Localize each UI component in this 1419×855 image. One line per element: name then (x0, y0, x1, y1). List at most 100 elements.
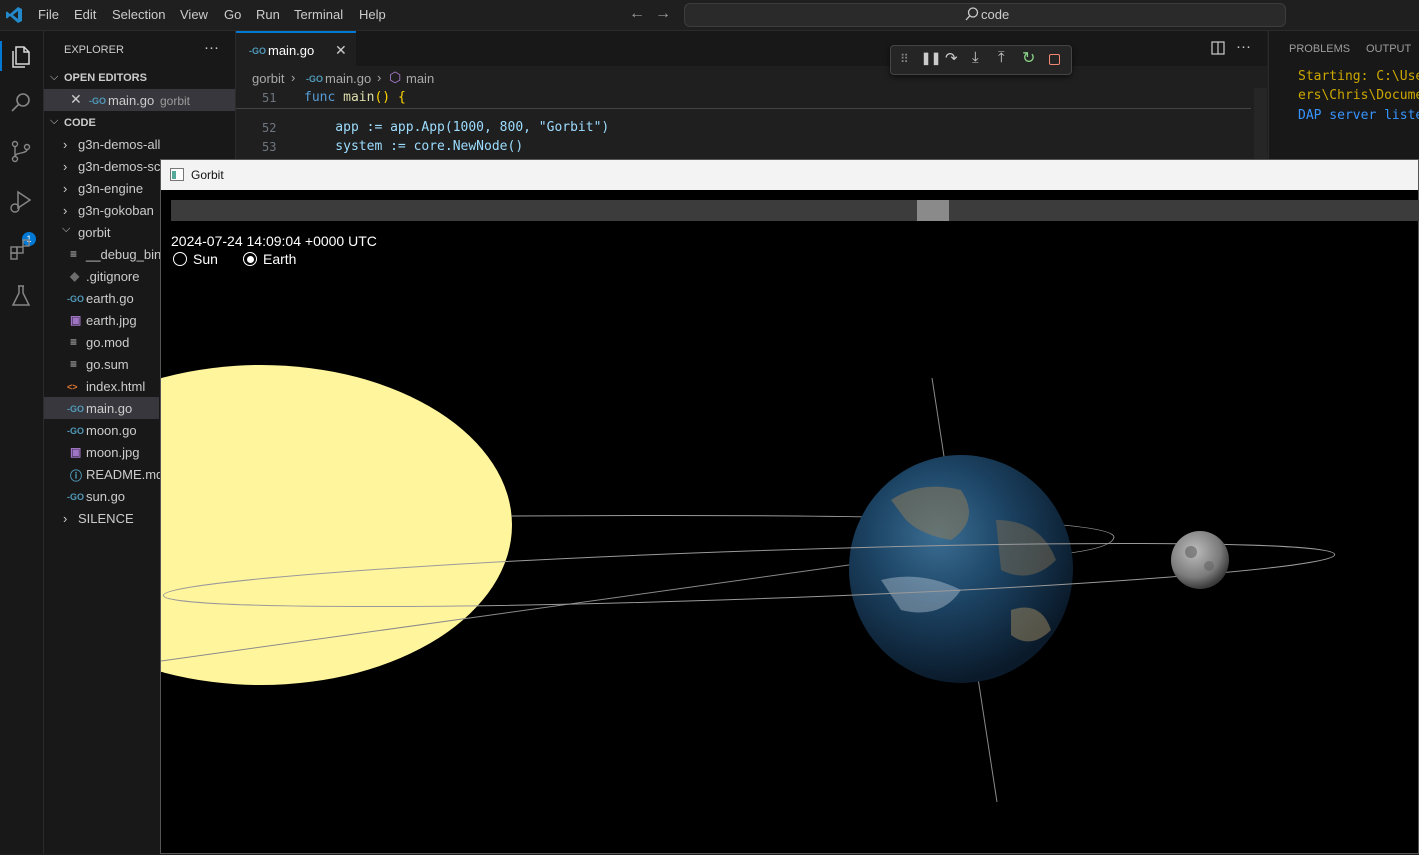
file-type-icon: ≡ (70, 335, 78, 349)
tab-label: main.go (268, 43, 315, 58)
bottom-panel-right: PROBLEMS OUTPUT Starting: C:\Use ers\Chr… (1268, 31, 1419, 161)
file-type-icon: -GO (67, 294, 84, 304)
file-type-icon: ▣ (70, 313, 82, 327)
chevron-right-icon[interactable]: › (63, 181, 67, 196)
testing-flask-icon[interactable] (8, 283, 34, 309)
folder-g3n-demos-sc[interactable]: g3n-demos-sc (78, 159, 160, 174)
editor-tab-bar: -GO main.go ✕ ··· (236, 31, 1267, 67)
chevron-down-icon[interactable]: ⌵ (50, 115, 58, 128)
folder-g3n-demos-all[interactable]: g3n-demos-all (78, 137, 160, 152)
command-center-search[interactable]: code (684, 3, 1286, 27)
debug-toolbar: ⠿ ❚❚ ↷ ⤓ ⤒ ↻ (890, 45, 1072, 75)
file-item[interactable]: __debug_bin (86, 247, 161, 262)
file-item[interactable]: earth.go (86, 291, 134, 306)
file-item[interactable]: earth.jpg (86, 313, 137, 328)
menu-terminal[interactable]: Terminal (294, 7, 343, 22)
menu-go[interactable]: Go (224, 7, 241, 22)
title-bar: File Edit Selection View Go Run Terminal… (0, 0, 1419, 31)
file-type-icon: ▣ (70, 445, 82, 459)
code-folder-header[interactable]: CODE (64, 117, 96, 129)
folder-silence[interactable]: SILENCE (78, 511, 134, 526)
chevron-right-icon[interactable]: › (63, 159, 67, 174)
explorer-more-button[interactable]: ··· (204, 39, 219, 56)
step-out-icon[interactable]: ⤒ (998, 49, 1005, 66)
breadcrumb-file[interactable]: main.go (325, 71, 371, 86)
extensions-icon[interactable] (8, 236, 34, 262)
chevron-down-icon[interactable]: ⌵ (50, 71, 58, 84)
file-type-icon: ⓘ (70, 469, 83, 483)
drag-handle-icon[interactable]: ⠿ (900, 52, 909, 66)
menu-help[interactable]: Help (359, 7, 386, 22)
line-number: 53 (262, 140, 277, 154)
sticky-scroll-divider (236, 108, 1251, 109)
search-icon (965, 7, 979, 21)
go-file-icon: -GO (249, 46, 266, 56)
file-type-icon: ◆ (70, 269, 80, 283)
tab-output[interactable]: OUTPUT (1366, 43, 1411, 55)
activity-bar: 1 (0, 31, 44, 854)
menu-view[interactable]: View (180, 7, 208, 22)
moon (1171, 531, 1229, 589)
file-item[interactable]: go.sum (86, 357, 129, 372)
folder-g3n-engine[interactable]: g3n-engine (78, 181, 143, 196)
go-file-icon: -GO (306, 74, 323, 84)
step-into-icon[interactable]: ⤓ (972, 49, 979, 66)
chevron-down-icon[interactable]: ⌵ (62, 223, 70, 236)
open-editor-filename[interactable]: main.go (108, 93, 154, 108)
search-activity-icon[interactable] (8, 90, 34, 116)
code-line[interactable]: system := core.NewNode() (304, 139, 523, 154)
run-debug-icon[interactable] (8, 189, 34, 215)
file-item[interactable]: moon.jpg (86, 445, 139, 460)
file-item[interactable]: README.md (86, 467, 163, 482)
forward-arrow-icon[interactable]: → (655, 5, 671, 23)
file-item[interactable]: moon.go (86, 423, 137, 438)
explorer-files-icon[interactable] (8, 43, 34, 69)
tab-main-go[interactable]: -GO main.go ✕ (236, 31, 356, 66)
folder-gorbit[interactable]: gorbit (78, 225, 111, 240)
code-editor[interactable]: gorbit › -GO main.go › ⬡ main 51 func mai… (236, 66, 1267, 174)
menu-run[interactable]: Run (256, 7, 280, 22)
menu-file[interactable]: File (38, 7, 59, 22)
source-control-icon[interactable] (8, 138, 34, 164)
file-item[interactable]: main.go (86, 401, 132, 416)
editor-scrollbar[interactable] (1254, 88, 1267, 160)
active-indicator (0, 41, 2, 71)
open-editors-header[interactable]: OPEN EDITORS (64, 72, 147, 84)
file-item[interactable]: .gitignore (86, 269, 139, 284)
menu-edit[interactable]: Edit (74, 7, 96, 22)
gorbit-window-title: Gorbit (191, 168, 224, 182)
editor-more-button[interactable]: ··· (1236, 38, 1251, 55)
restart-icon[interactable]: ↻ (1022, 48, 1035, 68)
line-number: 52 (262, 120, 277, 135)
chevron-right-icon[interactable]: › (63, 511, 67, 526)
code-line[interactable]: app := app.App(1000, 800, "Gorbit") (304, 120, 609, 135)
close-icon[interactable]: ✕ (70, 91, 82, 108)
pause-icon[interactable]: ❚❚ (921, 51, 941, 65)
gorbit-title-bar: Gorbit (161, 160, 1418, 190)
go-file-icon: -GO (89, 96, 106, 106)
chevron-right-icon[interactable]: › (63, 137, 67, 152)
breadcrumb-symbol[interactable]: main (406, 71, 434, 86)
orbit-scene[interactable] (161, 190, 1419, 855)
command-center-label: code (981, 7, 1010, 22)
breadcrumb-folder[interactable]: gorbit (252, 71, 285, 86)
file-item[interactable]: sun.go (86, 489, 125, 504)
tab-problems[interactable]: PROBLEMS (1289, 43, 1350, 55)
step-over-icon[interactable]: ↷ (945, 49, 958, 67)
code-line[interactable]: func main() { (304, 90, 406, 105)
split-editor-icon[interactable] (1211, 41, 1225, 55)
app-window-icon (170, 168, 184, 181)
gorbit-app-window: Gorbit 2024-07-24 14:09:04 +0000 UTC Sun… (160, 159, 1419, 854)
file-item[interactable]: go.mod (86, 335, 129, 350)
chevron-right-icon[interactable]: › (63, 203, 67, 218)
stop-icon[interactable] (1049, 54, 1060, 65)
tab-close-icon[interactable]: ✕ (335, 42, 347, 59)
folder-g3n-gokoban[interactable]: g3n-gokoban (78, 203, 154, 218)
open-editor-folder: gorbit (160, 94, 191, 108)
file-type-icon: <> (67, 382, 78, 392)
menu-selection[interactable]: Selection (112, 7, 165, 22)
file-item[interactable]: index.html (86, 379, 145, 394)
back-arrow-icon[interactable]: ← (629, 5, 645, 23)
line-number: 51 (262, 91, 277, 105)
file-type-icon: ≡ (70, 247, 78, 261)
